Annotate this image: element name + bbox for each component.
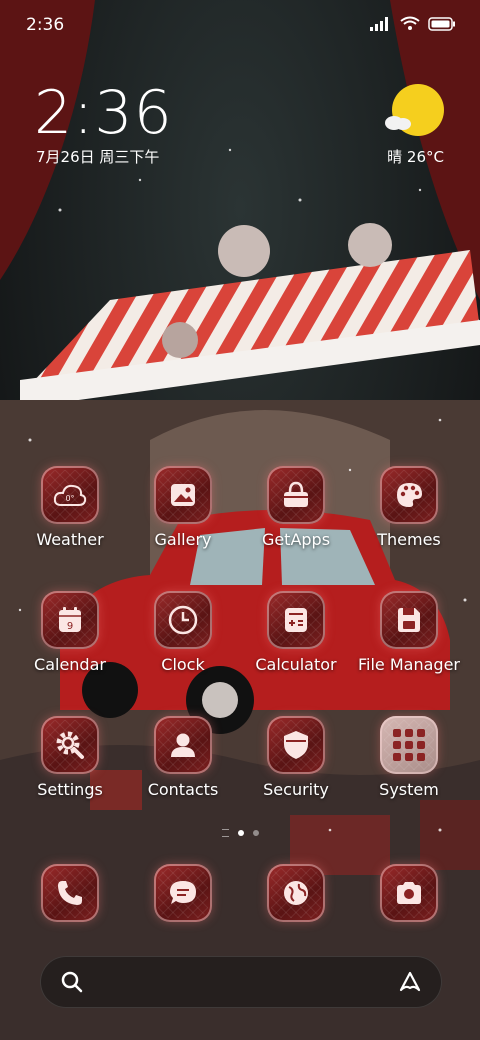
widget-clock[interactable]: 2:36 (34, 78, 173, 148)
shield-icon (284, 731, 308, 759)
svg-text:0°: 0° (65, 494, 74, 503)
app-calendar[interactable]: 9 Calendar (14, 591, 126, 674)
app-label: Gallery (154, 530, 212, 549)
search-bar[interactable] (40, 956, 442, 1008)
message-icon (170, 881, 196, 904)
app-contacts[interactable]: Contacts (127, 716, 239, 799)
dock-phone[interactable] (41, 864, 99, 922)
app-settings[interactable]: Settings (14, 716, 126, 799)
app-clock[interactable]: Clock (127, 591, 239, 674)
dock-camera[interactable] (380, 864, 438, 922)
folder-icon (398, 608, 420, 632)
app-label: Settings (37, 780, 103, 799)
camera-icon (397, 882, 421, 904)
app-label: Calculator (255, 655, 337, 674)
weather-widget[interactable]: 晴 26°C (354, 84, 444, 166)
status-bar: 2:36 (0, 0, 480, 50)
app-label: Clock (161, 655, 205, 674)
widget-date: 7月26日 周三下午 (36, 148, 160, 166)
app-themes[interactable]: Themes (353, 466, 465, 549)
phone-icon (58, 881, 82, 905)
app-getapps[interactable]: GetApps (240, 466, 352, 549)
gallery-icon (171, 484, 195, 506)
app-calculator[interactable]: Calculator (240, 591, 352, 674)
app-label: File Manager (358, 655, 460, 674)
app-label: GetApps (261, 530, 331, 549)
signal-icon (370, 16, 388, 31)
page-dot (252, 830, 259, 836)
page-dot-active (237, 830, 244, 836)
app-gallery[interactable]: Gallery (127, 466, 239, 549)
app-label: Calendar (34, 655, 106, 674)
weather-text: 晴 26°C (387, 148, 444, 166)
contact-icon (171, 733, 195, 757)
status-time: 2:36 (26, 15, 65, 35)
clock-icon (168, 605, 198, 635)
gear-icon (56, 731, 84, 759)
app-label: Contacts (147, 780, 219, 799)
cloud-icon (385, 116, 411, 130)
page-list-indicator (221, 829, 229, 837)
app-label: System (379, 780, 439, 799)
dock-messages[interactable] (154, 864, 212, 922)
shopping-bag-icon (284, 481, 308, 507)
dock-browser[interactable] (267, 864, 325, 922)
calendar-icon: 9 (59, 607, 81, 632)
app-security[interactable]: Security (240, 716, 352, 799)
svg-text:9: 9 (67, 621, 73, 632)
wifi-icon (400, 16, 420, 30)
browser-icon (284, 881, 308, 905)
app-weather[interactable]: 0° Weather (14, 466, 126, 549)
app-file-manager[interactable]: File Manager (353, 591, 465, 674)
calculator-icon (285, 608, 307, 632)
app-system-folder[interactable]: System (353, 716, 465, 799)
page-indicator[interactable] (0, 829, 480, 837)
app-label: Themes (377, 530, 441, 549)
app-label: Security (263, 780, 329, 799)
search-icon[interactable] (60, 970, 84, 994)
weather-icon: 0° (53, 484, 87, 506)
app-folder-icon (393, 729, 425, 761)
battery-icon (428, 16, 455, 31)
assistant-icon[interactable] (398, 970, 422, 994)
app-label: Weather (36, 530, 104, 549)
palette-icon (397, 483, 422, 507)
